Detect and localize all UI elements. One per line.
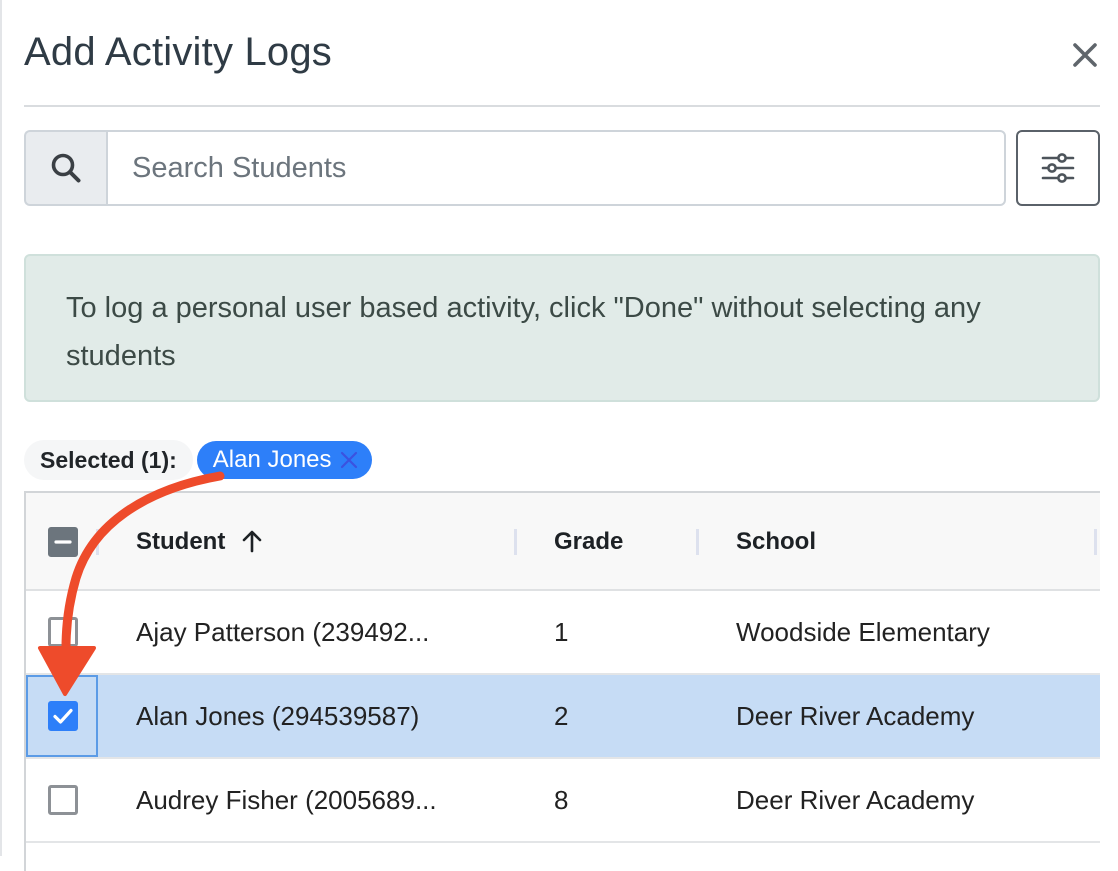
school-cell: Deer River Academy xyxy=(736,700,975,731)
row-checkbox[interactable] xyxy=(48,617,78,647)
close-button[interactable] xyxy=(1068,38,1102,72)
column-separator xyxy=(96,529,99,555)
student-cell: Ajay Patterson (239492... xyxy=(136,616,430,647)
column-header-school[interactable]: School xyxy=(736,493,816,591)
table-row[interactable]: Ajay Patterson (239492... 1 Woodside Ele… xyxy=(26,591,1100,675)
column-header-label: School xyxy=(736,528,817,555)
minus-icon xyxy=(54,540,72,544)
search-input[interactable] xyxy=(106,130,1006,206)
grade-cell: 8 xyxy=(554,784,569,815)
chip-remove-button[interactable] xyxy=(338,449,360,471)
search-addon xyxy=(24,130,106,206)
column-header-label: Grade xyxy=(554,528,624,555)
row-checkbox[interactable] xyxy=(48,785,78,815)
select-all-checkbox[interactable] xyxy=(48,527,78,557)
arrow-up-icon xyxy=(243,530,262,553)
column-header-student[interactable]: Student xyxy=(136,493,265,591)
add-activity-logs-modal: Add Activity Logs Search Students To log… xyxy=(0,0,1118,871)
grid-header: Student Grade School xyxy=(26,493,1100,591)
selected-count-label: Selected (1): xyxy=(24,440,193,480)
table-row[interactable]: Alan Jones (294539587) 2 Deer River Acad… xyxy=(26,675,1100,759)
school-cell: Woodside Elementary xyxy=(736,616,990,647)
header-divider xyxy=(24,105,1100,107)
grade-cell: 2 xyxy=(554,700,569,731)
info-alert: To log a personal user based activity, c… xyxy=(24,254,1100,402)
sliders-icon xyxy=(1041,153,1075,183)
column-separator xyxy=(696,529,699,555)
school-cell: Deer River Academy xyxy=(736,784,975,815)
students-grid: Student Grade School Ajay Patterson (239… xyxy=(24,491,1100,871)
table-row[interactable]: Audrey Fisher (2005689... 8 Deer River A… xyxy=(26,759,1100,843)
selected-chip-label: Alan Jones xyxy=(212,446,332,473)
check-icon xyxy=(53,708,73,724)
search-icon xyxy=(51,153,81,183)
column-separator xyxy=(514,529,517,555)
column-separator xyxy=(1094,529,1097,555)
student-cell: Audrey Fisher (2005689... xyxy=(136,784,437,815)
grade-cell: 1 xyxy=(554,616,569,647)
row-checkbox[interactable] xyxy=(48,701,78,731)
selected-students-bar: Selected (1): Alan Jones xyxy=(24,440,372,480)
student-cell: Alan Jones (294539587) xyxy=(136,700,420,731)
close-icon xyxy=(340,451,357,469)
close-icon xyxy=(1073,43,1097,67)
selected-chip: Alan Jones xyxy=(196,441,372,479)
modal-title: Add Activity Logs xyxy=(24,30,333,74)
filter-button[interactable] xyxy=(1016,130,1100,206)
column-header-grade[interactable]: Grade xyxy=(554,493,623,591)
column-header-label: Student xyxy=(136,528,226,555)
search-group xyxy=(24,130,1006,206)
